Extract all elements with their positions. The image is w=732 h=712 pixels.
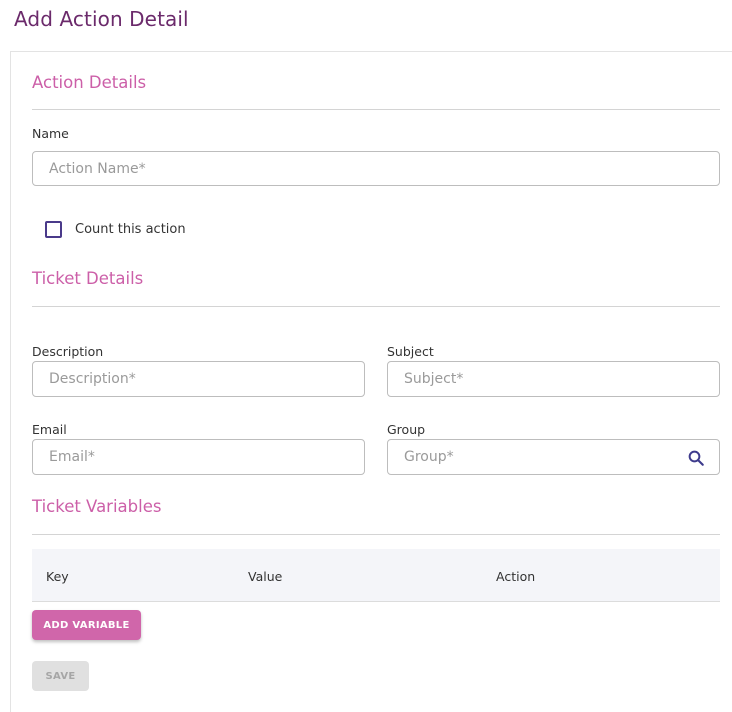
description-input[interactable] <box>32 361 365 397</box>
section-title-action-details: Action Details <box>32 73 147 92</box>
subject-input[interactable] <box>387 361 720 397</box>
page-title: Add Action Detail <box>14 7 189 31</box>
add-variable-button[interactable]: ADD VARIABLE <box>32 610 141 640</box>
email-input[interactable] <box>32 439 365 475</box>
count-action-label[interactable]: Count this action <box>75 222 186 237</box>
column-header-value: Value <box>248 569 283 584</box>
group-input[interactable] <box>387 439 720 475</box>
column-header-key: Key <box>46 569 69 584</box>
name-label: Name <box>32 126 69 141</box>
divider <box>32 109 720 110</box>
column-header-action: Action <box>496 569 536 584</box>
group-label: Group <box>387 422 426 437</box>
email-label: Email <box>32 422 67 437</box>
divider <box>32 306 720 307</box>
search-icon[interactable] <box>687 449 705 467</box>
count-action-row[interactable]: Count this action <box>45 221 186 238</box>
subject-label: Subject <box>387 344 434 359</box>
count-action-checkbox[interactable] <box>45 221 62 238</box>
description-label: Description <box>32 344 104 359</box>
section-title-ticket-variables: Ticket Variables <box>32 497 162 516</box>
action-name-input[interactable] <box>32 151 720 186</box>
variables-table-header: Key Value Action <box>32 549 720 602</box>
divider <box>32 534 720 535</box>
section-title-ticket-details: Ticket Details <box>32 269 144 288</box>
save-button[interactable]: SAVE <box>32 661 89 691</box>
